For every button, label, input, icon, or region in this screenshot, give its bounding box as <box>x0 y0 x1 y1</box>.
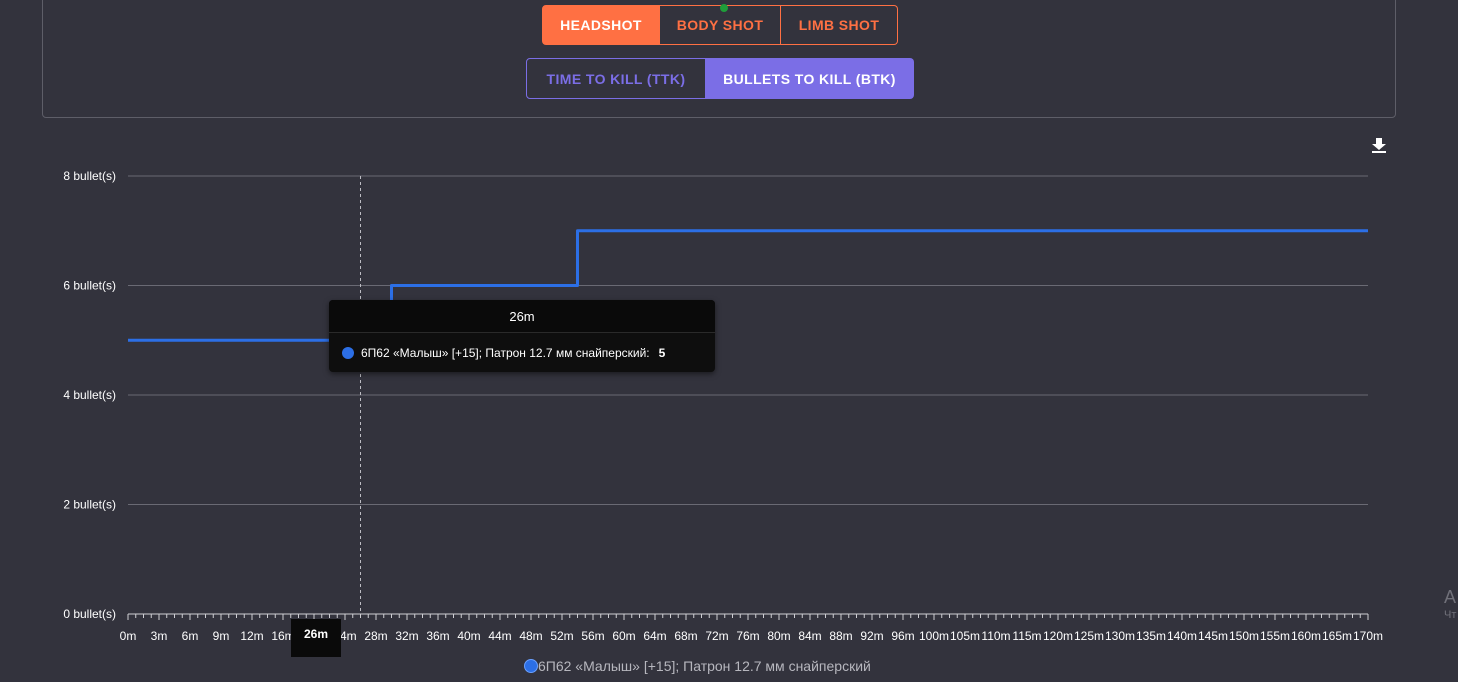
x-tick-label: 32m <box>395 629 418 643</box>
corner-text-big: A <box>1444 587 1457 607</box>
x-tick-label: 105m <box>950 629 980 643</box>
x-tick-label: 0m <box>120 629 137 643</box>
x-tick-label: 48m <box>519 629 542 643</box>
legend-item[interactable]: 6П62 «Малыш» [+15]; Патрон 12.7 мм снайп… <box>524 658 871 674</box>
chart-tooltip: 26m 6П62 «Малыш» [+15]; Патрон 12.7 мм с… <box>329 300 715 372</box>
x-tick-label: 92m <box>860 629 883 643</box>
x-tick-label: 36m <box>426 629 449 643</box>
x-tick-label: 170m <box>1353 629 1383 643</box>
x-tick-label: 96m <box>891 629 914 643</box>
x-tick-label: 130m <box>1105 629 1135 643</box>
x-tick-label: 115m <box>1012 629 1041 643</box>
x-tick-label: 120m <box>1043 629 1073 643</box>
x-tick-label: 44m <box>488 629 511 643</box>
x-tick-label: 60m <box>612 629 635 643</box>
x-tick-label: 145m <box>1198 629 1228 643</box>
x-tick-label: 88m <box>829 629 852 643</box>
y-tick-label: 6 bullet(s) <box>63 279 116 293</box>
x-tick-label: 64m <box>643 629 666 643</box>
x-tick-label: 80m <box>767 629 790 643</box>
btk-chart: 0 bullet(s) 2 bullet(s) 4 bullet(s) 6 bulle… <box>63 169 1383 643</box>
x-tick-label: 3m <box>151 629 168 643</box>
tooltip-series-label: 6П62 «Малыш» [+15]; Патрон 12.7 мм снайп… <box>361 346 650 360</box>
x-tick-label: 6m <box>182 629 199 643</box>
x-tick-label: 155m <box>1260 629 1290 643</box>
x-tick-label: 150m <box>1229 629 1259 643</box>
x-tick-label: 76m <box>736 629 759 643</box>
tooltip-row: 6П62 «Малыш» [+15]; Патрон 12.7 мм снайп… <box>329 333 715 373</box>
corner-text-small: Чт <box>1444 609 1457 621</box>
legend-marker <box>524 659 538 673</box>
legend-label: 6П62 «Малыш» [+15]; Патрон 12.7 мм снайп… <box>538 658 871 674</box>
x-tick-label: 40m <box>457 629 480 643</box>
x-tick-label: 135m <box>1136 629 1166 643</box>
x-tick-label: 160m <box>1291 629 1321 643</box>
y-tick-label: 0 bullet(s) <box>63 607 116 621</box>
y-tick-label: 4 bullet(s) <box>63 388 116 402</box>
x-tick-label: 12m <box>240 629 263 643</box>
x-tick-label: 140m <box>1167 629 1197 643</box>
y-tick-label: 2 bullet(s) <box>63 498 116 512</box>
crosshair-x-label: 26m <box>291 619 341 657</box>
x-tick-label: 56m <box>581 629 604 643</box>
x-tick-label: 110m <box>981 629 1010 643</box>
x-tick-label: 100m <box>919 629 949 643</box>
x-tick-label: 84m <box>798 629 821 643</box>
corner-text: A Чт <box>1444 586 1456 622</box>
x-tick-label: 72m <box>705 629 728 643</box>
tooltip-title: 26m <box>329 300 715 333</box>
x-tick-label: 125m <box>1074 629 1104 643</box>
x-tick-label: 68m <box>674 629 697 643</box>
tooltip-value: 5 <box>658 346 666 360</box>
x-tick-label: 165m <box>1322 629 1352 643</box>
x-tick-label: 52m <box>550 629 573 643</box>
tooltip-series-marker <box>342 347 354 359</box>
x-tick-label: 28m <box>364 629 387 643</box>
y-tick-label: 8 bullet(s) <box>63 169 116 183</box>
x-tick-label: 9m <box>213 629 230 643</box>
